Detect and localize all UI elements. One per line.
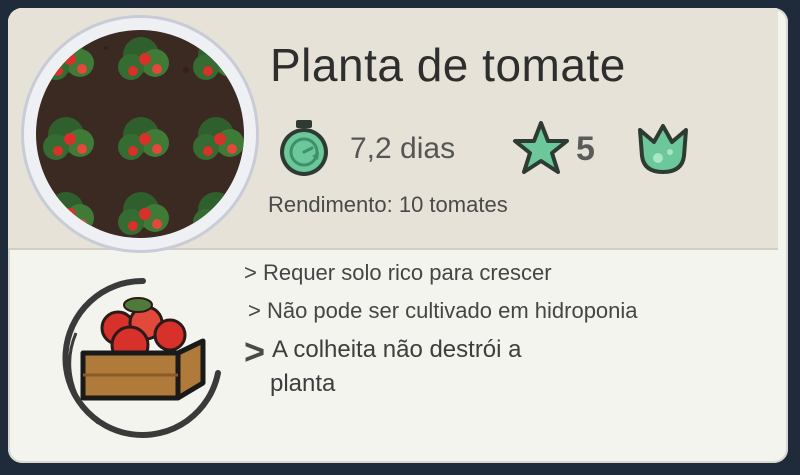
note-harvest-line1: A colheita não destrói a [272,336,522,363]
star-icon [512,120,570,181]
plant-leaf-icon [634,120,692,181]
stats-row: 7,2 dias 5 [270,118,770,178]
stopwatch-icon [276,118,332,183]
note-no-hydroponics: > Não pode ser cultivado em hidroponia [248,298,638,323]
item-title: Planta de tomate [270,39,626,91]
note-marker: > [244,331,266,372]
tomato-crate-icon [58,273,228,443]
growth-time: 7,2 dias [350,132,456,165]
rating-value: 5 [576,130,595,168]
note-rich-soil: > Requer solo rico para crescer [244,260,552,285]
item-info-card: Planta de tomate 7,2 dias 5 Rendimento: … [8,8,788,463]
tomato-field-image [36,30,244,238]
note-harvest-line2: planta [270,370,336,397]
yield-text: Rendimento: 10 tomates [268,192,508,217]
